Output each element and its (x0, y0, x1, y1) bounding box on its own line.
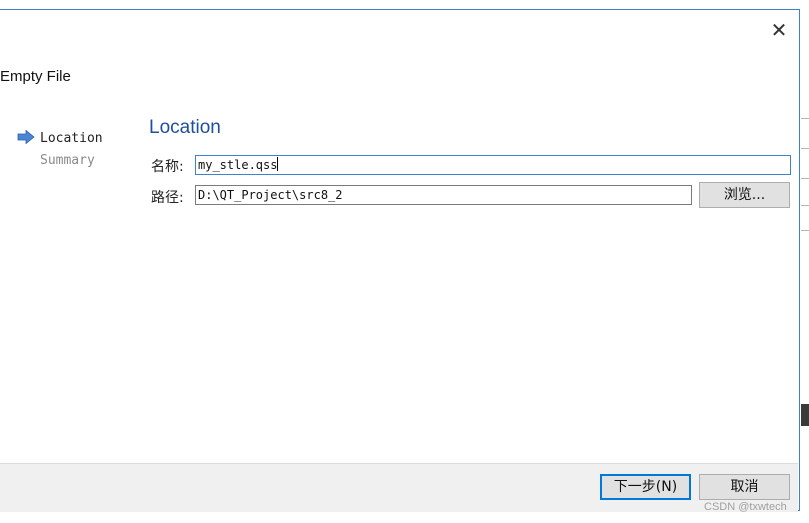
name-value: my_stle.qss (198, 158, 278, 172)
background-divider (801, 118, 809, 119)
text-caret (277, 157, 279, 171)
background-divider (801, 230, 809, 231)
path-input[interactable]: D:\QT_Project\src8_2 (195, 185, 692, 205)
browse-button[interactable]: 浏览... (699, 182, 790, 208)
page-heading: Location (149, 117, 221, 138)
path-label: 路径: (151, 190, 184, 206)
background-divider (801, 178, 809, 179)
name-input[interactable]: my_stle.qss (195, 155, 791, 175)
dialog-footer: 下一步(N) 取消 (0, 463, 798, 512)
background-window-edge (800, 0, 809, 523)
background-divider (801, 148, 809, 149)
name-label: 名称: (151, 159, 184, 175)
background-divider (801, 205, 809, 206)
watermark: CSDN @txwtech (704, 501, 787, 513)
background-dark-block (801, 404, 809, 426)
right-arrow-icon (17, 130, 35, 144)
next-button[interactable]: 下一步(N) (600, 474, 691, 500)
dialog-title: Empty File (0, 68, 71, 85)
step-summary: Summary (40, 153, 95, 168)
cancel-button[interactable]: 取消 (699, 474, 790, 500)
new-file-wizard-dialog: ✕ Empty File Location Summary Location 名… (0, 9, 800, 512)
step-location: Location (17, 130, 103, 146)
step-label: Location (40, 131, 103, 146)
close-icon[interactable]: ✕ (768, 20, 790, 42)
